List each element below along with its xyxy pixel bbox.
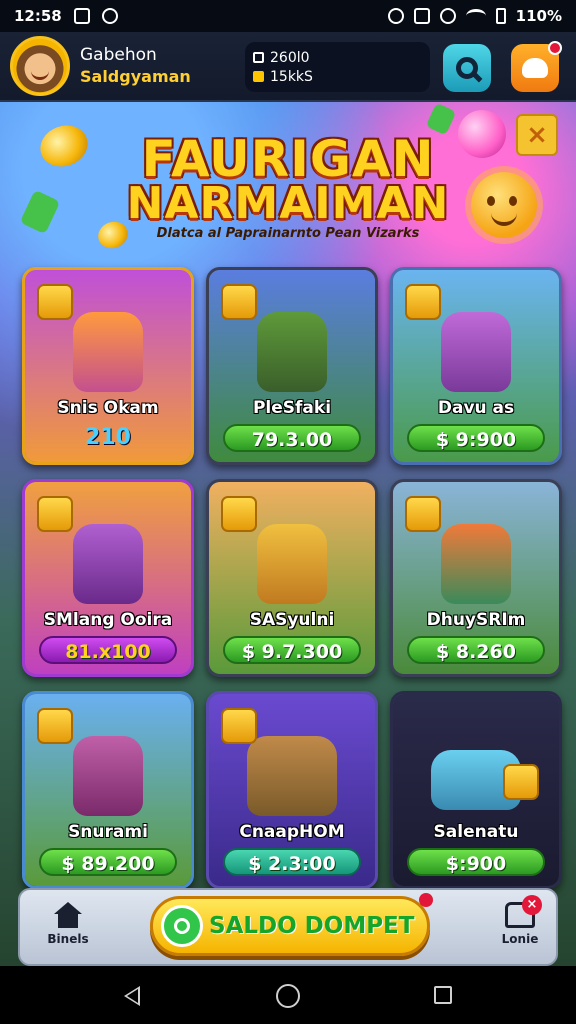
house-icon: × — [505, 895, 542, 928]
card-title: Snurami — [68, 822, 148, 842]
saldo-dompet-button[interactable]: SALDO DOMPET — [150, 893, 433, 956]
card-price: 79.3.00 — [223, 424, 361, 452]
notifications-button[interactable] — [511, 41, 562, 92]
game-card-4[interactable]: SMlang Ooira 81.x100 — [22, 479, 194, 677]
dnd-icon — [439, 8, 456, 24]
battery-level: 110% — [515, 7, 562, 25]
card-title: DhuySRIm — [426, 610, 526, 630]
gold-block-icon — [221, 708, 257, 744]
card-price: $ 9.7.300 — [223, 636, 361, 664]
card-price: $ 89.200 — [39, 848, 177, 876]
gold-block-icon — [37, 496, 73, 532]
gold-block-icon — [405, 284, 441, 320]
banner-title-line2: NARMAIMAN — [126, 178, 450, 229]
status-bar: 12:58 110% — [0, 0, 576, 32]
notification-dot — [548, 41, 562, 55]
card-price: $:900 — [407, 848, 545, 876]
wifi-icon — [465, 9, 486, 23]
gold-block-icon — [221, 496, 257, 532]
card-price: 81.x100 — [39, 636, 177, 664]
close-badge-icon: × — [522, 895, 542, 915]
nav-home[interactable]: Binels — [38, 902, 98, 946]
game-card-8[interactable]: CnaapHOM $ 2.3:00 — [206, 691, 378, 889]
gallery-icon — [73, 8, 90, 24]
wallet-value-2: 15kkS — [270, 68, 313, 85]
search-button[interactable] — [443, 44, 491, 92]
bluetooth-icon — [387, 8, 404, 24]
user-info: Gabehon Saldgyaman — [80, 45, 191, 86]
username: Gabehon — [80, 45, 157, 66]
game-card-1[interactable]: Snis Okam 210 — [22, 267, 194, 465]
home-icon — [53, 902, 83, 928]
whatsapp-icon — [161, 905, 203, 947]
gold-block-icon — [405, 496, 441, 532]
back-icon[interactable] — [124, 986, 140, 1006]
mech-character-icon — [73, 524, 143, 604]
user-subtitle: Saldgyaman — [80, 66, 191, 86]
card-price: $ 2.3:00 — [223, 848, 361, 876]
battery-icon — [495, 8, 506, 24]
compass-icon — [101, 8, 118, 24]
card-title: Snis Okam — [57, 398, 159, 418]
wallet-value-1: 260l0 — [270, 49, 310, 66]
nav-profile[interactable]: × Lonie — [490, 895, 550, 946]
arcade-machine-icon — [257, 524, 327, 604]
notification-dot — [419, 893, 433, 907]
game-card-grid: Snis Okam 210 PleSfaki 79.3.00 Davu as $… — [22, 267, 562, 889]
game-card-7[interactable]: Snurami $ 89.200 — [22, 691, 194, 889]
gold-block-icon — [503, 764, 539, 800]
checkbox-icon — [253, 52, 264, 63]
game-card-3[interactable]: Davu as $ 9:900 — [390, 267, 562, 465]
recents-icon[interactable] — [434, 986, 452, 1004]
home-circle-icon[interactable] — [276, 984, 300, 1008]
gold-block-icon — [221, 284, 257, 320]
price-value: 81.x100 — [65, 641, 151, 663]
game-card-5[interactable]: SASyulni $ 9.7.300 — [206, 479, 378, 677]
chat-bubble-icon — [522, 58, 548, 78]
robot-character-icon — [257, 312, 327, 392]
card-price: $ 8.260 — [407, 636, 545, 664]
wallet-panel: 260l0 15kkS — [245, 42, 430, 92]
gold-block-icon — [37, 708, 73, 744]
top-header: Gabehon Saldgyaman 260l0 15kkS — [0, 32, 576, 102]
game-scene: × FAURIGAN NARMAIMAN Dlatca al Paprainar… — [0, 102, 576, 966]
saldo-dompet-label: SALDO DOMPET — [209, 913, 415, 939]
system-navigation-bar — [0, 966, 576, 1024]
coin-icon — [253, 71, 264, 82]
avatar[interactable] — [10, 36, 70, 96]
nav-profile-label: Lonie — [501, 932, 539, 946]
card-price: $ 9:900 — [407, 424, 545, 452]
card-title: PleSfaki — [252, 398, 332, 418]
card-title: CnaapHOM — [239, 822, 345, 842]
game-card-9[interactable]: Salenatu $:900 — [390, 691, 562, 889]
game-card-6[interactable]: DhuySRIm $ 8.260 — [390, 479, 562, 677]
card-price: 210 — [85, 425, 131, 450]
nav-home-label: Binels — [47, 932, 89, 946]
treasure-chest-icon — [247, 736, 337, 816]
card-title: Davu as — [437, 398, 515, 418]
cat-character-icon — [441, 524, 511, 604]
card-title: SASyulni — [249, 610, 335, 630]
game-card-2[interactable]: PleSfaki 79.3.00 — [206, 267, 378, 465]
bottom-nav-bar: Binels SALDO DOMPET × Lonie — [18, 888, 558, 966]
banner-subtitle: Dlatca al Paprainarnto Pean Vizarks — [156, 226, 420, 241]
search-icon — [456, 57, 478, 79]
card-title: Salenatu — [433, 822, 519, 842]
vibrate-icon — [413, 8, 430, 24]
slot-machine-icon — [73, 312, 143, 392]
gold-block-icon — [37, 284, 73, 320]
robot-character-icon — [73, 736, 143, 816]
card-title: SMlang Ooira — [43, 610, 173, 630]
fox-character-icon — [441, 312, 511, 392]
status-time: 12:58 — [14, 7, 62, 25]
